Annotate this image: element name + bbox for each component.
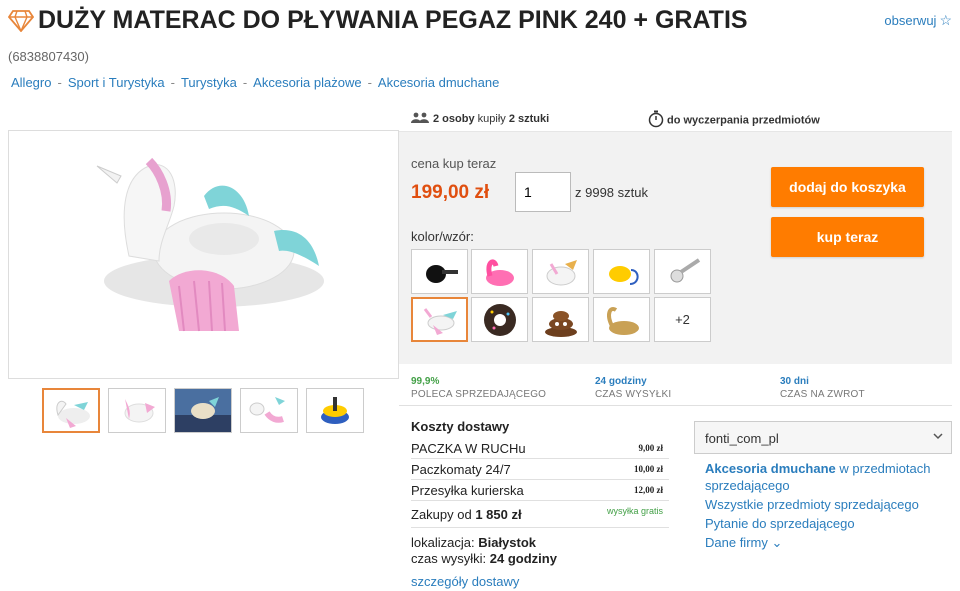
shipping-row: Przesyłka kurierska 12,00 zł (411, 480, 669, 501)
thumbnail-5[interactable] (306, 388, 364, 433)
breadcrumb-sport[interactable]: Sport i Turystyka (68, 75, 165, 90)
stat-shipping-time: 24 godziny CZAS WYSYŁKI (595, 376, 671, 400)
shipping-cost: 10,00 zł (634, 464, 663, 474)
location-label: lokalizacja: (411, 535, 475, 550)
shipping-row: PACZKA W RUCHu 9,00 zł (411, 438, 669, 459)
shipping-method: PACZKA W RUCHu (411, 441, 526, 456)
company-data-link[interactable]: Dane firmy ⌄ (705, 534, 955, 551)
quantity-input[interactable] (515, 172, 571, 212)
title-row: DUŻY MATERAC DO PŁYWANIA PEGAZ PINK 240 … (8, 6, 952, 38)
chevron-down-icon (933, 433, 943, 440)
variant-swan-gold[interactable] (593, 297, 650, 342)
unicorn-float-image (96, 157, 324, 332)
buyers-qty: 2 sztuki (508, 112, 550, 125)
location-value: Białystok (478, 535, 537, 550)
free-shipping-label: wysyłka gratis (606, 506, 663, 516)
stat-recommend-value: 99,9% (411, 376, 440, 387)
chevron-down-icon: ⌄ (771, 535, 783, 550)
shipping-costs: Koszty dostawy PACZKA W RUCHu 9,00 zł Pa… (411, 419, 669, 528)
watch-label: obserwuj (884, 13, 937, 28)
variant-pump[interactable] (411, 249, 468, 294)
thumbnail-1[interactable] (42, 388, 100, 433)
dispatch-value: 24 godziny (489, 551, 557, 566)
watch-link[interactable]: obserwuj ☆ (884, 12, 952, 29)
variant-flamingo[interactable] (471, 249, 528, 294)
location-info: lokalizacja: Białystok czas wysyłki: 24 … (411, 535, 557, 567)
company-data-label: Dane firmy (705, 535, 768, 550)
seller-stats: 99,9% POLECA SPRZEDAJĄCEGO 24 godziny CZ… (399, 364, 952, 406)
timer-text: do wyczerpania przedmiotów (667, 114, 820, 127)
breadcrumb-separator: - (170, 75, 175, 90)
shipping-cost: 12,00 zł (634, 485, 663, 495)
free-shipping-row: Zakupy od 1 850 zł wysyłka gratis (411, 501, 669, 528)
stopwatch-icon (648, 110, 664, 131)
seller-dropdown[interactable]: fonti_com_pl (694, 421, 952, 454)
stat-return-label: CZAS NA ZWROT (780, 389, 865, 400)
diamond-icon (8, 10, 34, 32)
free-shipping-amount: 1 850 zł (475, 507, 522, 522)
thumbnail-4[interactable] (240, 388, 298, 433)
price: 199,00 zł (411, 182, 490, 203)
ask-seller-link[interactable]: Pytanie do sprzedającego (705, 515, 955, 532)
shipping-cost: 9,00 zł (638, 443, 664, 453)
variant-pegasus-pink[interactable] (411, 297, 468, 342)
thumbnail-3[interactable] (174, 388, 232, 433)
add-to-cart-button[interactable]: dodaj do koszyka (771, 167, 924, 207)
free-shipping-prefix: Zakupy od (411, 507, 472, 522)
star-icon: ☆ (939, 12, 952, 28)
buyers-count: 2 osoby (433, 112, 475, 125)
seller-category-line: Akcesoria dmuchane w przedmiotach sprzed… (705, 460, 955, 494)
seller-all-items-link[interactable]: Wszystkie przedmioty sprzedającego (705, 496, 955, 513)
quantity-available: z 9998 sztuk (575, 185, 648, 200)
more-variants-button[interactable]: +2 (654, 297, 711, 342)
page-title: DUŻY MATERAC DO PŁYWANIA PEGAZ PINK 240 … (38, 6, 748, 34)
thumbnail-2[interactable] (108, 388, 166, 433)
dispatch-label: czas wysyłki: (411, 551, 487, 566)
seller-name: fonti_com_pl (705, 431, 779, 446)
item-id: (6838807430) (8, 49, 89, 64)
free-shipping-threshold: Zakupy od 1 850 zł (411, 507, 522, 522)
shipping-title: Koszty dostawy (411, 419, 510, 434)
breadcrumb-turystyka[interactable]: Turystyka (181, 75, 237, 90)
breadcrumb: Allegro - Sport i Turystyka - Turystyka - Akce… (11, 75, 499, 90)
location-line: lokalizacja: Białystok (411, 535, 557, 551)
breadcrumb-akcesoria-dmuchane[interactable]: Akcesoria dmuchane (378, 75, 499, 90)
stat-recommend: 99,9% POLECA SPRZEDAJĄCEGO (411, 376, 546, 400)
stat-recommend-label: POLECA SPRZEDAJĄCEGO (411, 389, 547, 400)
thumbnail-strip (42, 388, 372, 434)
stat-return: 30 dni CZAS NA ZWROT (780, 376, 865, 400)
breadcrumb-akcesoria-plazowe[interactable]: Akcesoria plażowe (253, 75, 361, 90)
seller-category-link[interactable]: Akcesoria dmuchane (705, 461, 836, 476)
variant-donut[interactable] (471, 297, 528, 342)
breadcrumb-separator: - (242, 75, 248, 90)
variant-unicorn-gold[interactable] (532, 249, 589, 294)
shipping-method: Przesyłka kurierska (411, 483, 524, 498)
variant-label: kolor/wzór: (411, 229, 474, 244)
main-product-image[interactable] (8, 130, 399, 379)
buyers-verb: kupiły (477, 112, 506, 125)
buyers-info: 2 osoby kupiły 2 sztuki (411, 112, 549, 126)
people-icon (411, 112, 429, 126)
timer-info: do wyczerpania przedmiotów (648, 110, 820, 131)
stat-shipping-time-value: 24 godziny (595, 376, 647, 387)
stat-shipping-time-label: CZAS WYSYŁKI (595, 389, 672, 400)
shipping-method: Paczkomaty 24/7 (411, 462, 511, 477)
shipping-row: Paczkomaty 24/7 10,00 zł (411, 459, 669, 480)
purchase-panel: cena kup teraz 199,00 zł z 9998 sztuk do… (399, 131, 952, 364)
seller-links: Akcesoria dmuchane w przedmiotach sprzed… (705, 460, 955, 553)
variant-poop-emoji[interactable] (532, 297, 589, 342)
breadcrumb-separator: - (367, 75, 372, 90)
stat-return-value: 30 dni (780, 376, 809, 387)
breadcrumb-allegro[interactable]: Allegro (11, 75, 51, 90)
variant-foot-pump[interactable] (593, 249, 650, 294)
dispatch-line: czas wysyłki: 24 godziny (411, 551, 557, 567)
price-label: cena kup teraz (411, 156, 497, 171)
shipping-details-link[interactable]: szczegóły dostawy (411, 574, 519, 589)
variant-nozzle[interactable] (654, 249, 711, 294)
breadcrumb-separator: - (57, 75, 62, 90)
buy-now-button[interactable]: kup teraz (771, 217, 924, 257)
